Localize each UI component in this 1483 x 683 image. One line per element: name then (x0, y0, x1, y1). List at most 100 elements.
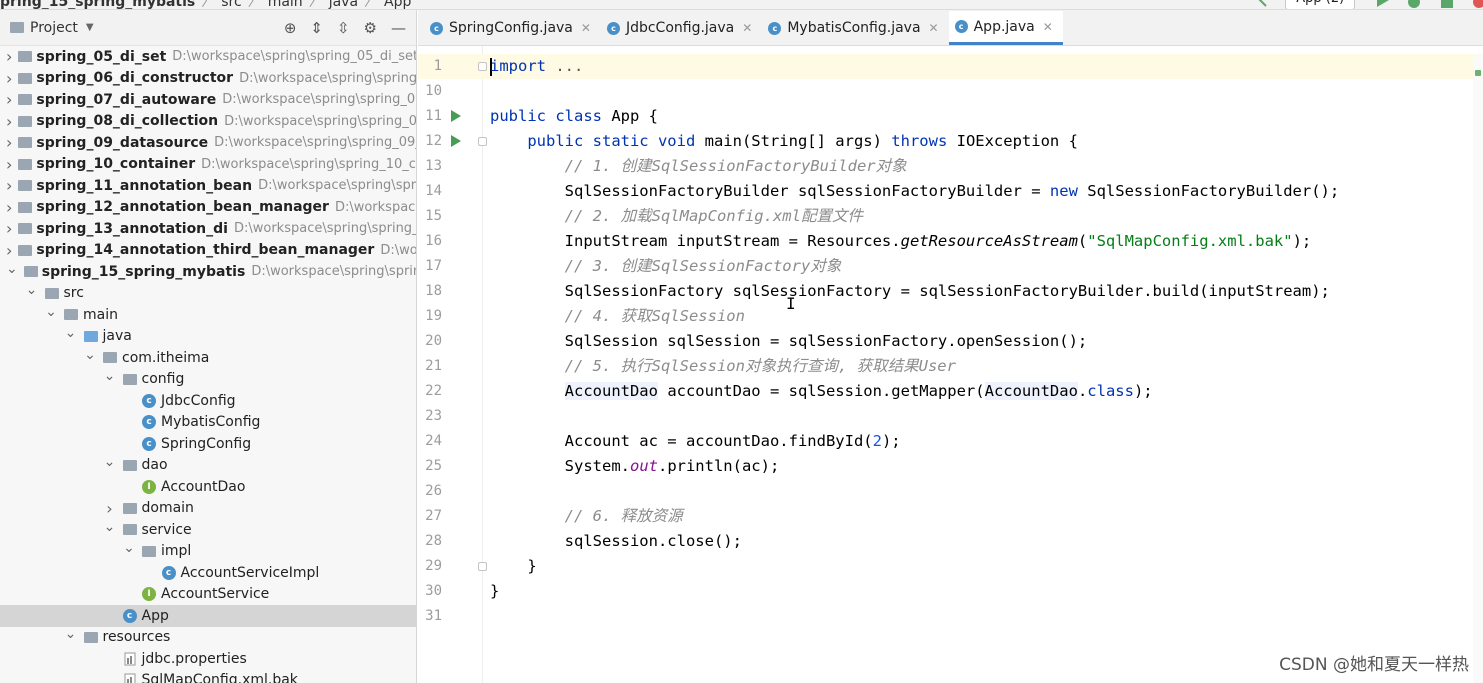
tree-item[interactable]: c App (0, 605, 416, 627)
chevron-down-icon[interactable]: ⌄ (65, 626, 77, 642)
chevron-down-icon[interactable]: ⌄ (123, 540, 135, 556)
editor-scrollbar[interactable] (1473, 56, 1483, 683)
chevron-right-icon[interactable]: › (6, 198, 12, 217)
run-gutter-icon[interactable] (451, 110, 461, 122)
editor-tab[interactable]: c SpringConfig.java ✕ (424, 11, 601, 45)
fold-marker-icon[interactable] (478, 562, 487, 571)
editor-tab[interactable]: c JdbcConfig.java ✕ (601, 11, 762, 45)
chevron-down-icon[interactable]: ⌄ (104, 368, 116, 384)
fold-marker-icon[interactable] (478, 137, 487, 146)
back-arrow-icon[interactable] (1253, 0, 1273, 9)
tree-item[interactable]: c AccountServiceImpl (0, 562, 416, 584)
code-line[interactable]: 12 public static void main(String[] args… (418, 129, 1483, 154)
tree-item[interactable]: › spring_10_container D:\workspace\spring\… (0, 154, 416, 176)
code-line[interactable]: 18 SqlSessionFactory sqlSessionFactory =… (418, 279, 1483, 304)
tree-item[interactable]: ⌄ service (0, 519, 416, 541)
tree-item[interactable]: ⌄ src (0, 282, 416, 305)
tree-item[interactable]: › spring_13_annotation_di D:\workspace\spr… (0, 218, 416, 240)
chevron-down-icon[interactable]: ⌄ (84, 347, 96, 363)
code-line[interactable]: 27 // 6. 释放资源 (418, 504, 1483, 529)
run-icon[interactable] (1372, 0, 1392, 9)
chevron-down-icon[interactable]: ⌄ (65, 325, 77, 341)
tree-item[interactable]: SqlMapConfig.xml.bak (0, 670, 416, 683)
collapse-all-icon[interactable]: ⇳ (337, 19, 350, 37)
run-configuration-select[interactable]: App (2) (1285, 0, 1356, 9)
code-line[interactable]: 22 AccountDao accountDao = sqlSession.ge… (418, 379, 1483, 404)
code-line[interactable]: 25 System.out.println(ac); (418, 454, 1483, 479)
coverage-icon[interactable] (1437, 0, 1457, 9)
code-line[interactable]: 20 SqlSession sqlSession = sqlSessionFac… (418, 329, 1483, 354)
chevron-right-icon[interactable]: › (6, 133, 12, 152)
chevron-right-icon[interactable]: › (6, 176, 12, 195)
breadcrumb-item[interactable]: pring_15_spring_mybatis (0, 0, 195, 9)
tree-item[interactable]: jdbc.properties (0, 648, 416, 670)
code-line[interactable]: 10 (418, 79, 1483, 104)
code-line[interactable]: 28 sqlSession.close(); (418, 529, 1483, 554)
code-line[interactable]: 17 // 3. 创建SqlSessionFactory对象 (418, 254, 1483, 279)
close-icon[interactable]: ✕ (742, 21, 752, 35)
tree-item[interactable]: ⌄ config (0, 368, 416, 391)
chevron-right-icon[interactable]: › (6, 219, 12, 238)
expand-all-icon[interactable]: ⇕ (310, 19, 323, 37)
code-line[interactable]: 16 InputStream inputStream = Resources.g… (418, 229, 1483, 254)
run-gutter-icon[interactable] (451, 135, 461, 147)
project-panel-title[interactable]: Project (30, 20, 78, 36)
chevron-down-icon[interactable]: ⌄ (104, 519, 116, 535)
tree-item[interactable]: › spring_09_datasource D:\workspace\spring… (0, 132, 416, 154)
chevron-right-icon[interactable]: › (6, 90, 12, 109)
code-line[interactable]: 15 // 2. 加载SqlMapConfig.xml配置文件 (418, 204, 1483, 229)
tree-item[interactable]: ⌄ com.itheima (0, 347, 416, 369)
code-line[interactable]: 1 import ... (418, 54, 1483, 79)
tree-item[interactable]: › spring_12_annotation_bean_manager D:\wor… (0, 197, 416, 219)
tree-item[interactable]: › domain (0, 498, 416, 520)
tree-item[interactable]: c JdbcConfig (0, 390, 416, 412)
tree-item[interactable]: › spring_14_annotation_third_bean_manager… (0, 240, 416, 262)
tree-item[interactable]: ⌄ dao (0, 454, 416, 477)
chevron-right-icon[interactable]: › (6, 69, 12, 88)
chevron-down-icon[interactable]: ⌄ (104, 454, 116, 470)
chevron-right-icon[interactable]: › (6, 155, 12, 174)
code-line[interactable]: 26 (418, 479, 1483, 504)
tree-item[interactable]: › spring_11_annotation_bean D:\workspace\s… (0, 175, 416, 197)
chevron-down-icon[interactable]: ▼ (86, 22, 94, 33)
minimize-icon[interactable]: — (391, 19, 406, 37)
tree-item[interactable]: ⌄ impl (0, 540, 416, 563)
tree-item[interactable]: ⌄ spring_15_spring_mybatis D:\workspace\sp… (0, 261, 416, 283)
close-icon[interactable]: ✕ (581, 21, 591, 35)
tree-item[interactable]: › spring_05_di_set D:\workspace\spring\spr… (0, 46, 416, 68)
debug-icon[interactable] (1404, 0, 1424, 9)
tree-item[interactable]: I AccountService (0, 584, 416, 606)
chevron-right-icon[interactable]: › (104, 499, 116, 518)
close-icon[interactable]: ✕ (929, 21, 939, 35)
tree-item[interactable]: › spring_08_di_collection D:\workspace\spr… (0, 111, 416, 133)
tree-item[interactable]: › spring_07_di_autoware D:\workspace\sprin… (0, 89, 416, 111)
breadcrumb-item[interactable]: java (329, 0, 358, 9)
breadcrumb-item[interactable]: src (221, 0, 241, 9)
chevron-right-icon[interactable]: › (6, 241, 12, 260)
tree-item[interactable]: ⌄ resources (0, 626, 416, 649)
profile-icon[interactable] (1469, 0, 1483, 9)
code-line[interactable]: 29 } (418, 554, 1483, 579)
code-line[interactable]: 21 // 5. 执行SqlSession对象执行查询, 获取结果User (418, 354, 1483, 379)
code-line[interactable]: 30} (418, 579, 1483, 604)
tree-item[interactable]: c SpringConfig (0, 433, 416, 455)
locate-icon[interactable]: ⊕ (284, 19, 297, 37)
chevron-down-icon[interactable]: ⌄ (45, 304, 57, 320)
chevron-down-icon[interactable]: ⌄ (26, 282, 38, 298)
code-line[interactable]: 11 public class App { (418, 104, 1483, 129)
code-line[interactable]: 23 (418, 404, 1483, 429)
breadcrumb-item[interactable]: App (384, 0, 411, 9)
code-line[interactable]: 24 Account ac = accountDao.findById(2); (418, 429, 1483, 454)
tree-item[interactable]: › spring_06_di_constructor D:\workspace\sp… (0, 68, 416, 90)
code-line[interactable]: 13 // 1. 创建SqlSessionFactoryBuilder对象 (418, 154, 1483, 179)
breadcrumb-item[interactable]: main (268, 0, 303, 9)
code-line[interactable]: 19 // 4. 获取SqlSession (418, 304, 1483, 329)
gear-icon[interactable]: ⚙ (364, 19, 377, 37)
fold-marker-icon[interactable] (478, 62, 487, 71)
chevron-right-icon[interactable]: › (6, 112, 12, 131)
code-line[interactable]: 14 SqlSessionFactoryBuilder sqlSessionFa… (418, 179, 1483, 204)
editor-tab[interactable]: c App.java ✕ (948, 11, 1063, 45)
tree-item[interactable]: ⌄ java (0, 325, 416, 348)
chevron-right-icon[interactable]: › (6, 47, 12, 66)
editor-tab[interactable]: c MybatisConfig.java ✕ (762, 11, 948, 45)
